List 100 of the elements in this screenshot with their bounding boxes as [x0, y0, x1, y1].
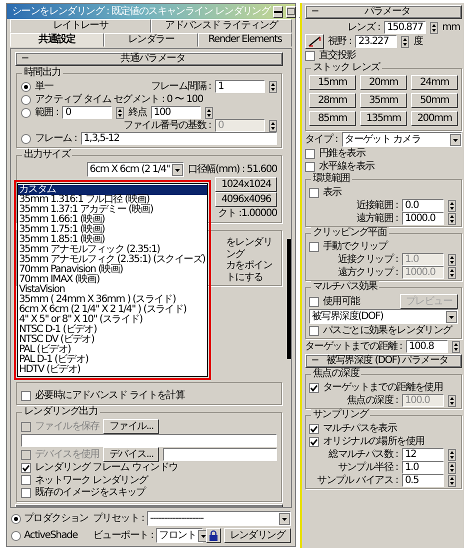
number-field[interactable]: 0 [62, 106, 112, 119]
spinner-arrows[interactable] [116, 106, 124, 118]
spinner-arrows[interactable] [448, 448, 456, 460]
spinner-arrows[interactable] [204, 106, 213, 118]
list-option[interactable]: 70mm IMAX (映画) [18, 275, 208, 285]
checkbox[interactable] [309, 382, 319, 392]
rollout-header[interactable]: − 被写界深度 (DOF) パラメータ [305, 354, 462, 368]
push-button[interactable]: 200mm [411, 111, 458, 126]
spinner-arrows[interactable] [430, 22, 438, 34]
spinner-arrows[interactable] [448, 394, 456, 406]
list-option[interactable]: NTSC D-1 (ビデオ) [18, 325, 208, 335]
text-field[interactable] [21, 434, 277, 447]
spinner-arrows[interactable] [269, 120, 277, 132]
checkbox[interactable] [21, 488, 31, 498]
checkbox[interactable] [305, 162, 315, 172]
fov-button[interactable] [305, 34, 324, 49]
rollout-header[interactable]: − 共通パラメータ [15, 52, 283, 66]
text-field[interactable]: 1,3,5-12 [80, 132, 277, 145]
dropdown[interactable]: 被写界深度(DOF) [309, 309, 458, 324]
radio-button[interactable] [11, 514, 21, 524]
push-button[interactable]: 28mm [309, 93, 356, 108]
list-option[interactable]: HDTV (ビデオ) [18, 365, 208, 375]
number-field[interactable]: 100.8 [406, 340, 448, 353]
spinner-arrows[interactable] [448, 200, 456, 212]
push-button[interactable]: 135mm [360, 111, 407, 126]
radio-button[interactable] [21, 94, 31, 104]
checkbox[interactable] [21, 475, 31, 486]
dropdown[interactable]: フロント [156, 528, 203, 543]
rollout-header[interactable]: − パラメータ [305, 5, 462, 19]
list-option[interactable]: PAL (ビデオ) [18, 345, 208, 355]
number-field[interactable]: 0.0 [402, 199, 444, 212]
spinner-arrows[interactable] [452, 340, 460, 352]
checkbox[interactable] [21, 390, 31, 400]
list-option[interactable]: 6cm X 6cm (2 1/4" X 2 1/4" ) (スライド) [18, 305, 208, 315]
radio-button[interactable] [11, 530, 21, 540]
push-button[interactable]: 85mm [309, 111, 356, 126]
number-field[interactable]: 1.0 [402, 461, 444, 474]
push-button[interactable]: 24mm [411, 75, 458, 90]
checkbox[interactable] [309, 296, 319, 306]
push-button[interactable]: デバイス... [103, 447, 160, 462]
rollout-header[interactable] [15, 504, 283, 507]
list-option[interactable]: 35mm アナモルフィク (2.35:1) (スクイーズ) [18, 255, 208, 265]
checkbox[interactable] [305, 148, 315, 158]
list-option[interactable]: 70mm Panavision (映画) [18, 265, 208, 275]
list-option[interactable]: PAL D-1 (ビデオ) [18, 355, 208, 365]
push-button[interactable]: 20mm [360, 75, 407, 90]
minimize-button[interactable] [273, 6, 284, 18]
scrollbar-thumb[interactable] [287, 239, 291, 359]
checkbox[interactable] [309, 188, 319, 198]
radio-button[interactable] [21, 134, 31, 144]
push-button[interactable]: レンダリング [224, 528, 291, 543]
push-button[interactable]: ファイル... [103, 419, 160, 434]
spinner-arrows[interactable] [448, 212, 456, 224]
text-field[interactable] [163, 448, 277, 461]
checkbox[interactable] [305, 50, 315, 60]
push-button[interactable]: 1024x1024 [215, 177, 277, 192]
number-field[interactable]: 1 [215, 80, 265, 93]
spinner-arrows[interactable] [448, 254, 456, 266]
list-option[interactable]: 35mm ( 24mm X 36mm ) (スライド) [18, 295, 208, 305]
number-field[interactable]: 0.5 [402, 474, 444, 487]
lock-button[interactable] [206, 528, 221, 543]
number-field[interactable]: 150.877 [384, 21, 426, 34]
list-option[interactable]: VistaVision [18, 285, 208, 295]
tab[interactable]: レンダラー [104, 33, 198, 47]
spinner-arrows[interactable] [448, 266, 456, 278]
tab[interactable]: Render Elements [198, 33, 292, 47]
push-button[interactable]: 15mm [309, 75, 356, 90]
number-field[interactable]: 12 [402, 448, 444, 461]
tab[interactable]: 共通設定 [10, 33, 104, 47]
list-option[interactable]: カスタム [18, 185, 208, 195]
radio-button[interactable] [21, 82, 31, 92]
push-button[interactable]: 4096x4096 [215, 192, 277, 207]
dropdown[interactable]: ターゲット カメラ [342, 132, 462, 147]
number-field[interactable]: 1000.0 [402, 212, 444, 225]
checkbox[interactable] [21, 462, 31, 473]
tab[interactable]: アドバンスド ライティング [151, 19, 292, 33]
list-option[interactable]: 35mm 1.66:1 (映画) [18, 215, 208, 225]
list-option[interactable]: 35mm 1.37:1 アカデミー (映画) [18, 205, 208, 215]
dropdown[interactable]: ------------------- [146, 511, 291, 526]
dropdown[interactable]: 6cm X 6cm (2 1/4" [86, 162, 184, 177]
list-option[interactable]: 4" X 5" or 8" X 10" (スライド) [18, 315, 208, 325]
spinner-arrows[interactable] [401, 36, 410, 48]
number-field[interactable]: 100 [150, 106, 201, 119]
list-option[interactable]: 35mm 1.75:1 (映画) [18, 225, 208, 235]
checkbox[interactable] [309, 436, 319, 446]
list-option[interactable]: 35mm アナモルフィック (2.35:1) [18, 245, 208, 255]
checkbox[interactable] [309, 242, 319, 252]
list-option[interactable]: NTSC DV (ビデオ) [18, 335, 208, 345]
spinner-arrows[interactable] [448, 462, 456, 474]
radio-button[interactable] [21, 108, 31, 118]
checkbox[interactable] [309, 424, 319, 434]
list-option[interactable]: 35mm 1.316:1 フル口径 (映画) [18, 195, 208, 205]
push-button[interactable]: 50mm [411, 93, 458, 108]
spinner-arrows[interactable] [448, 474, 456, 486]
number-field[interactable]: 23.227 [355, 35, 398, 48]
push-button[interactable]: 35mm [360, 93, 407, 108]
list-option[interactable]: 35mm 1.85:1 (映画) [18, 235, 208, 245]
checkbox[interactable] [309, 326, 319, 336]
spinner-arrows[interactable] [269, 80, 277, 92]
maximize-button[interactable] [286, 6, 296, 18]
